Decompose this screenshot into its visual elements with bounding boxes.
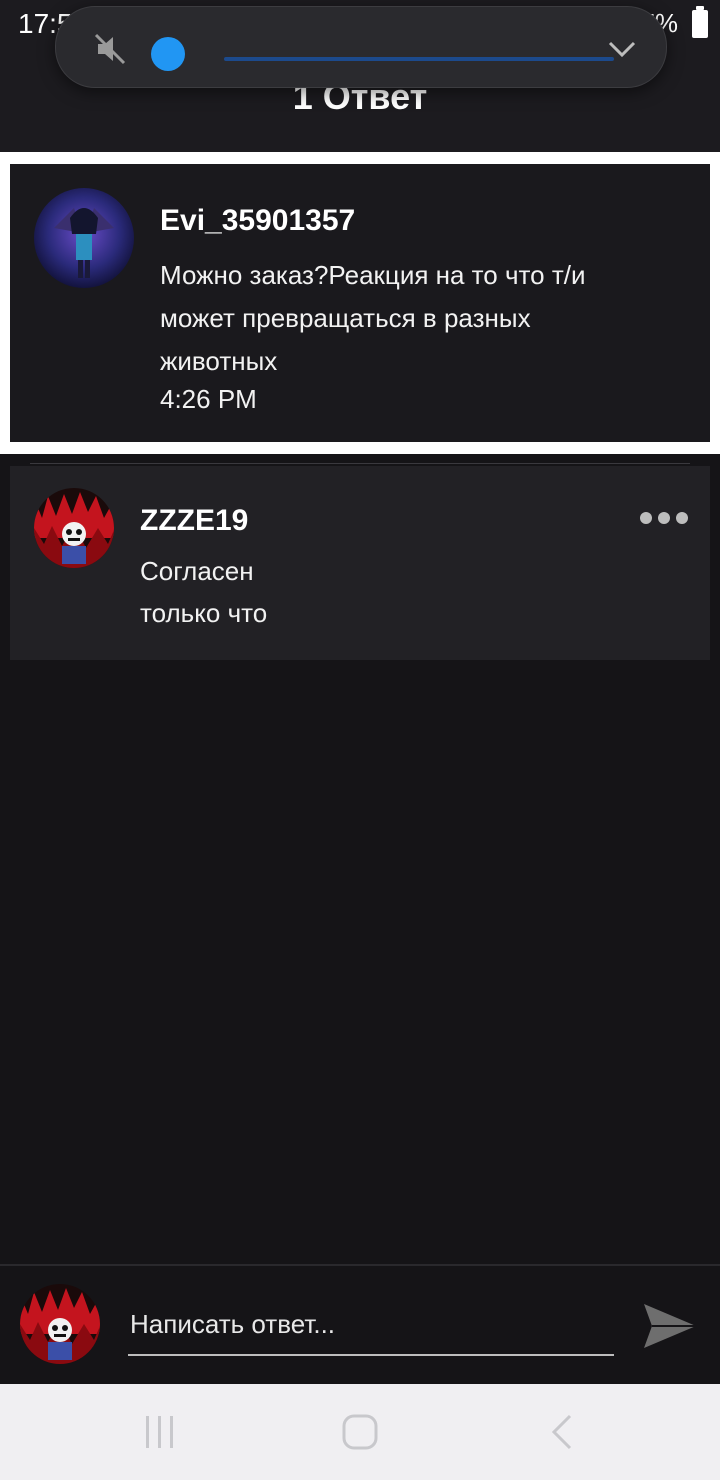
volume-mute-icon[interactable]: [92, 31, 128, 67]
comment-text: Можно заказ?Реакция на то что т/и может …: [160, 260, 586, 376]
reply-username[interactable]: ZZZE19: [140, 504, 248, 538]
divider: [710, 164, 720, 442]
more-horizontal-icon: [640, 512, 652, 524]
more-horizontal-icon: [658, 512, 670, 524]
comment-username[interactable]: Evi_35901357: [160, 204, 355, 238]
more-options-button[interactable]: [640, 512, 688, 524]
home-icon[interactable]: [340, 1412, 380, 1452]
avatar[interactable]: [34, 188, 134, 288]
battery-icon: [692, 5, 708, 38]
divider: [0, 152, 720, 164]
divider: [30, 463, 690, 464]
divider: [0, 442, 720, 454]
reply-text: Согласен: [140, 556, 254, 586]
reply-timestamp: только что: [140, 598, 268, 628]
comment-timestamp: 4:26 PM: [160, 384, 257, 414]
reply-item: ZZZE19 Согласен только что: [10, 466, 710, 660]
divider: [0, 164, 10, 442]
volume-popup: [55, 6, 667, 88]
avatar: [20, 1284, 100, 1364]
parent-comment: Evi_35901357 Можно заказ?Реакция на то ч…: [10, 164, 710, 442]
recents-icon[interactable]: [140, 1412, 180, 1452]
chevron-down-icon[interactable]: [606, 37, 638, 61]
avatar[interactable]: [34, 488, 114, 568]
system-navbar: [0, 1384, 720, 1480]
send-icon[interactable]: [640, 1296, 700, 1356]
reply-composer: [0, 1264, 720, 1386]
reply-input[interactable]: [128, 1294, 614, 1356]
volume-slider-thumb[interactable]: [151, 37, 185, 71]
more-horizontal-icon: [676, 512, 688, 524]
back-icon[interactable]: [542, 1412, 582, 1452]
volume-slider-track[interactable]: [224, 57, 614, 61]
